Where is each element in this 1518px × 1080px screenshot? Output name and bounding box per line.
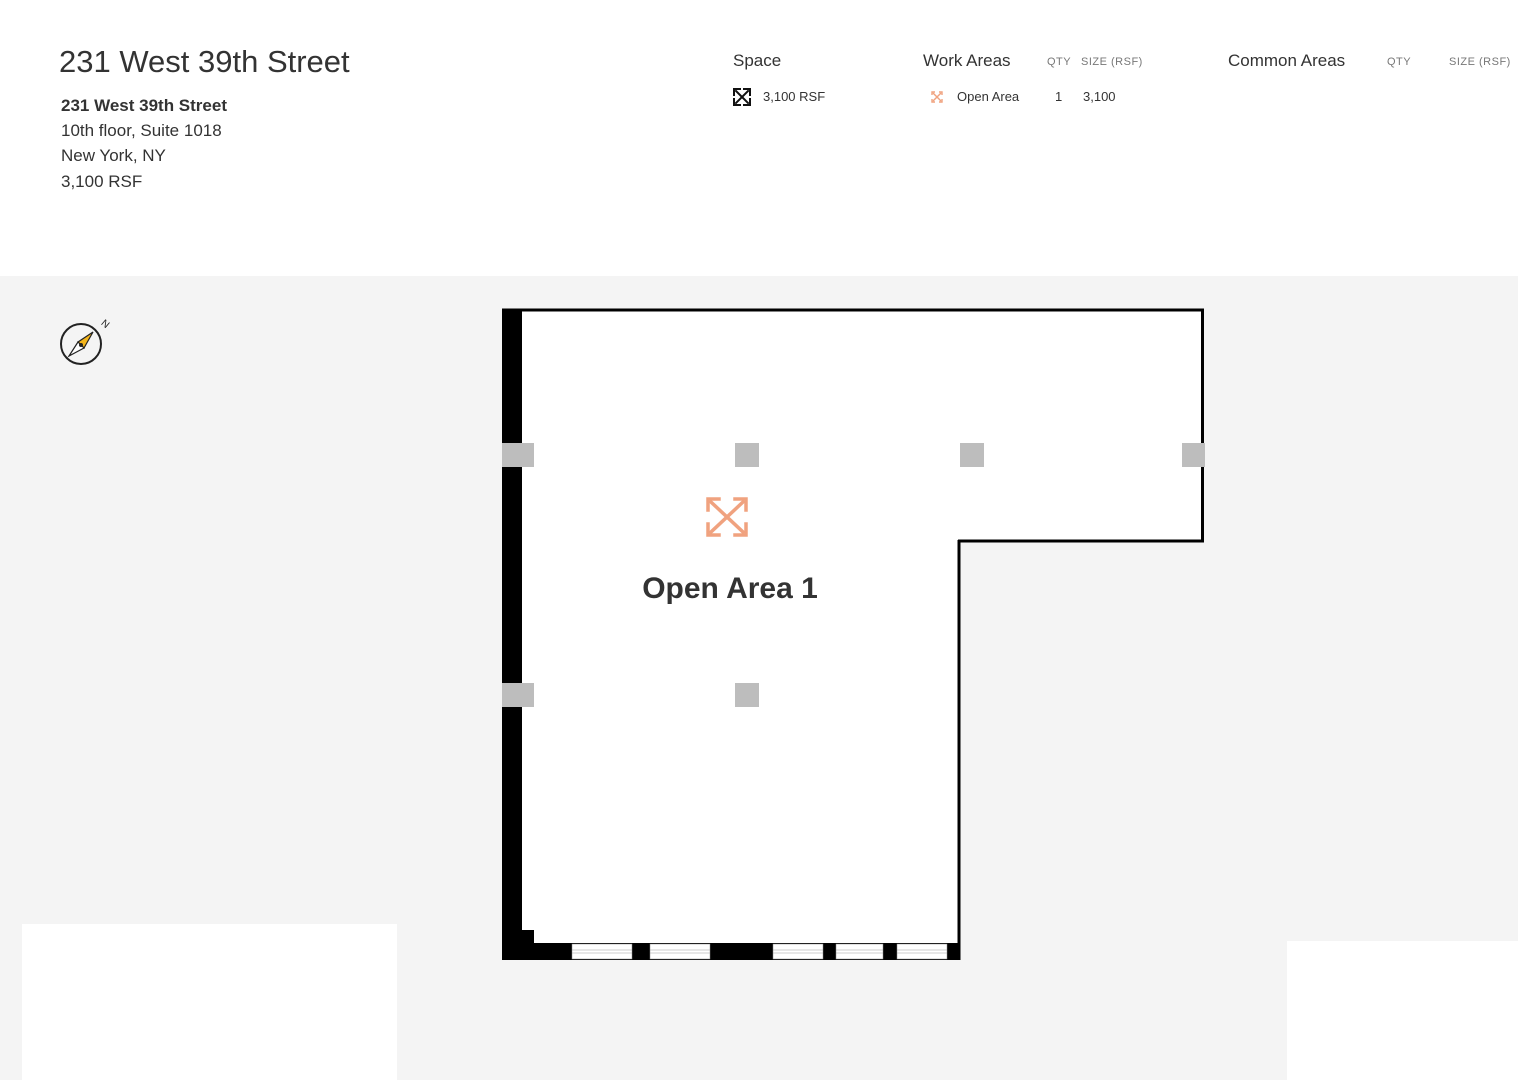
expand-arrows-icon [733, 88, 751, 106]
common-areas-heading: Common Areas [1228, 51, 1346, 70]
header-panel: 231 West 39th Street 231 West 39th Stree… [0, 0, 1518, 276]
bottom-right-panel [1287, 941, 1518, 1080]
address-line-3: New York, NY [61, 146, 166, 165]
open-area-legend-icon [931, 91, 943, 103]
floor-plan [502, 308, 1205, 960]
address-line-2: 10th floor, Suite 1018 [61, 121, 222, 140]
work-areas-qty-header: QTY [1047, 56, 1072, 68]
space-size-value: 3,100 RSF [763, 89, 826, 104]
page-title: 231 West 39th Street [59, 44, 350, 79]
address-line-1: 231 West 39th Street [61, 96, 227, 115]
compass-icon: N [60, 318, 112, 365]
work-areas-size-header: SIZE (RSF) [1081, 56, 1143, 68]
common-areas-size-header: SIZE (RSF) [1449, 56, 1511, 68]
bottom-left-panel [22, 924, 397, 1080]
open-area-label[interactable]: Open Area 1 [600, 572, 860, 606]
work-area-size: 3,100 [1083, 89, 1116, 104]
address-size: 3,100 RSF [61, 172, 143, 191]
open-area-icon [706, 497, 748, 537]
work-area-qty: 1 [1055, 89, 1063, 104]
work-areas-heading: Work Areas [923, 51, 1011, 70]
compass-north-label: N [99, 318, 112, 331]
work-area-name: Open Area [957, 89, 1020, 104]
space-heading: Space [733, 51, 782, 70]
common-areas-qty-header: QTY [1387, 56, 1412, 68]
